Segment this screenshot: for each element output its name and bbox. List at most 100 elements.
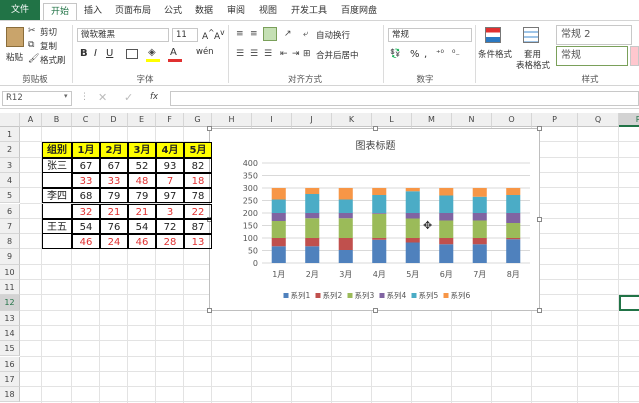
chart-bar[interactable]: [372, 195, 387, 213]
chart-bar[interactable]: [338, 238, 353, 250]
chart-bar[interactable]: [472, 238, 487, 245]
row-header[interactable]: 14: [0, 325, 20, 342]
chart-bar[interactable]: [305, 194, 320, 213]
chart-bar[interactable]: [305, 238, 320, 247]
select-all-corner[interactable]: [0, 113, 20, 127]
column-header[interactable]: M: [412, 113, 452, 127]
column-header[interactable]: R: [619, 113, 639, 127]
column-header[interactable]: L: [372, 113, 412, 127]
table-cell[interactable]: 13: [184, 234, 212, 250]
row-header[interactable]: 16: [0, 356, 20, 372]
paste-button[interactable]: 粘贴: [6, 51, 23, 63]
tab-developer[interactable]: 开发工具: [286, 3, 332, 20]
chart-bar[interactable]: [338, 213, 353, 219]
chart-bar[interactable]: [405, 191, 420, 213]
increase-indent-icon[interactable]: ⇥: [292, 49, 300, 59]
cut-button[interactable]: 剪切: [40, 26, 57, 38]
decrease-font-icon[interactable]: Av: [214, 28, 225, 42]
chart-bar[interactable]: [372, 238, 387, 240]
format-painter-button[interactable]: 格式刷: [40, 54, 66, 66]
selected-cell[interactable]: [619, 295, 639, 311]
align-bottom-icon[interactable]: [263, 27, 277, 41]
column-header[interactable]: I: [252, 113, 292, 127]
chart-bar[interactable]: [506, 195, 521, 213]
column-header[interactable]: P: [532, 113, 578, 127]
row-header[interactable]: 12: [0, 295, 20, 311]
table-cell[interactable]: 67: [100, 157, 128, 173]
row-header[interactable]: 11: [0, 280, 20, 296]
table-cell[interactable]: 28: [156, 234, 184, 250]
table-cell[interactable]: 33: [72, 172, 100, 189]
tab-formulas[interactable]: 公式: [160, 3, 186, 20]
column-header[interactable]: D: [100, 113, 128, 127]
fill-color-icon[interactable]: ◈: [148, 47, 156, 58]
row-header[interactable]: 17: [0, 371, 20, 388]
table-cell[interactable]: 3月: [128, 142, 156, 158]
font-size-select[interactable]: 11: [172, 28, 198, 42]
table-cell[interactable]: 5月: [184, 142, 212, 158]
formula-input[interactable]: [170, 91, 639, 106]
decrease-decimal-icon[interactable]: ⁰₋: [452, 49, 460, 59]
chart-bar[interactable]: [405, 242, 420, 264]
tab-home[interactable]: 开始: [43, 3, 77, 20]
row-header[interactable]: 13: [0, 310, 20, 326]
chart-bar[interactable]: [338, 250, 353, 263]
merge-center-button[interactable]: 合并后居中: [316, 49, 359, 61]
table-cell[interactable]: 7: [156, 172, 184, 189]
chart-bar[interactable]: [439, 195, 454, 214]
row-header[interactable]: 7: [0, 218, 20, 235]
comma-icon[interactable]: ,: [424, 49, 427, 60]
font-name-select[interactable]: 微软雅黑: [77, 28, 169, 42]
chart-bar[interactable]: [472, 220, 487, 239]
table-cell[interactable]: 79: [128, 188, 156, 204]
table-cell[interactable]: 76: [100, 218, 128, 235]
resize-handle[interactable]: [537, 308, 542, 313]
table-cell[interactable]: 52: [128, 157, 156, 173]
chart-bar[interactable]: [439, 220, 454, 239]
chart-bar[interactable]: [472, 213, 487, 221]
row-header[interactable]: 5: [0, 188, 20, 204]
column-header[interactable]: K: [332, 113, 372, 127]
chart-bar[interactable]: [305, 213, 320, 219]
column-header[interactable]: J: [292, 113, 332, 127]
table-cell[interactable]: [42, 203, 72, 219]
table-cell[interactable]: 32: [72, 203, 100, 219]
table-cell[interactable]: [42, 172, 72, 189]
chart-bar[interactable]: [338, 199, 353, 214]
row-header[interactable]: 9: [0, 249, 20, 265]
row-header[interactable]: 3: [0, 157, 20, 173]
table-cell[interactable]: 46: [128, 234, 156, 250]
align-right-icon[interactable]: ☰: [264, 49, 272, 59]
table-cell[interactable]: 22: [184, 203, 212, 219]
bold-icon[interactable]: B: [80, 48, 88, 59]
column-header[interactable]: G: [184, 113, 212, 127]
chart-bar[interactable]: [439, 188, 454, 196]
table-cell[interactable]: 72: [156, 218, 184, 235]
tab-baidu-netdisk[interactable]: 百度网盘: [336, 3, 382, 20]
chart-bar[interactable]: [439, 238, 454, 245]
chart-bar[interactable]: [271, 188, 286, 200]
chart-bar[interactable]: [271, 213, 286, 221]
table-cell[interactable]: 李四: [42, 188, 72, 204]
column-header[interactable]: N: [452, 113, 492, 127]
table-cell[interactable]: 4月: [156, 142, 184, 158]
table-cell[interactable]: 93: [156, 157, 184, 173]
chart-bar[interactable]: [439, 213, 454, 221]
table-cell[interactable]: 王五: [42, 218, 72, 235]
align-middle-icon[interactable]: ≡: [250, 29, 258, 39]
row-header[interactable]: 15: [0, 341, 20, 357]
table-cell[interactable]: 78: [184, 188, 212, 204]
chart-bar[interactable]: [271, 238, 286, 247]
name-box[interactable]: R12: [2, 91, 72, 106]
chart[interactable]: 图表标题 0 50 100 150 200 250 300 350 400 1月 2月 3月 4月 5月 6…: [207, 126, 542, 313]
insert-function-button[interactable]: fx: [150, 92, 158, 102]
column-header[interactable]: A: [20, 113, 42, 127]
chart-bar[interactable]: [439, 244, 454, 263]
chart-bar[interactable]: [338, 188, 353, 200]
chart-bar[interactable]: [405, 213, 420, 219]
enter-icon[interactable]: ✓: [124, 91, 133, 104]
column-header[interactable]: H: [212, 113, 252, 127]
table-cell[interactable]: 67: [72, 157, 100, 173]
tab-file[interactable]: 文件: [0, 0, 40, 20]
align-left-icon[interactable]: ☰: [236, 49, 244, 59]
